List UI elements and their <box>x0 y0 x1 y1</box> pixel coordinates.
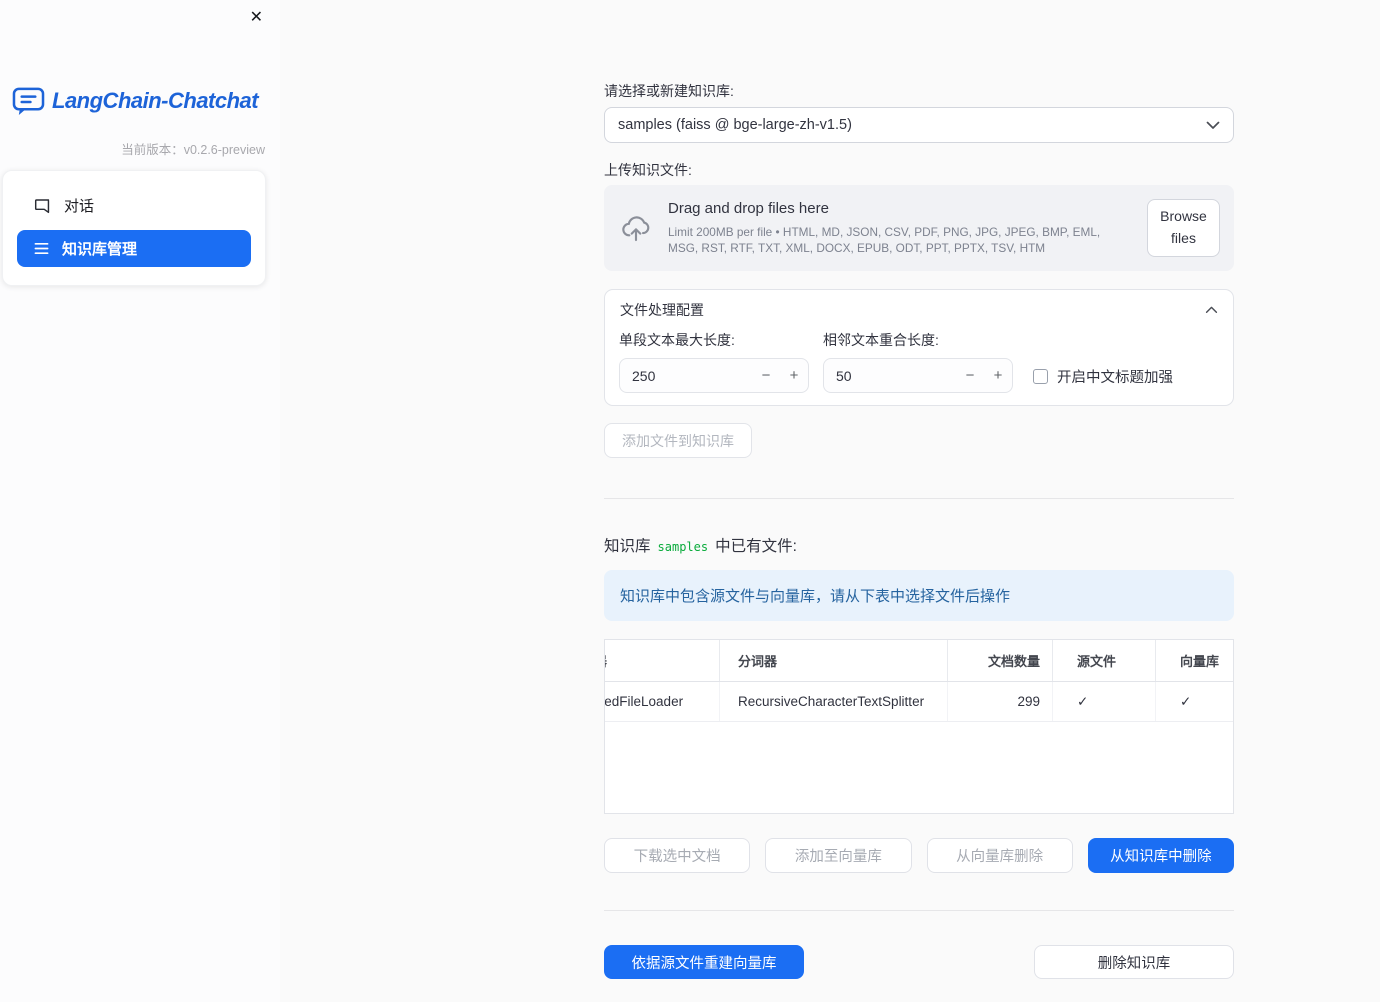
sidebar-item-knowledge-base[interactable]: 知识库管理 <box>17 230 251 267</box>
logo-chat-icon <box>12 86 45 116</box>
kb-action-buttons: 依据源文件重建向量库 删除知识库 <box>604 945 1234 979</box>
app-title: LangChain-Chatchat <box>52 88 259 113</box>
chunk-size-input[interactable]: 250 − + <box>619 358 809 393</box>
sidebar-menu: 对话 知识库管理 <box>2 170 266 286</box>
main-content: 请选择或新建知识库: samples (faiss @ bge-large-zh… <box>604 0 1234 979</box>
cell-source-file-check: ✓ <box>1053 682 1156 721</box>
kb-selected-value: samples (faiss @ bge-large-zh-v1.5) <box>618 117 852 133</box>
kb-files-table[interactable]: 文件加载器 分词器 文档数量 源文件 向量库 UnstructuredFileL… <box>604 639 1234 814</box>
cloud-upload-icon <box>620 212 652 244</box>
column-header-source-file[interactable]: 源文件 <box>1053 640 1156 681</box>
zh-title-enhance-label: 开启中文标题加强 <box>1057 370 1173 386</box>
divider <box>604 910 1234 911</box>
expander-header[interactable]: 文件处理配置 <box>605 290 1233 330</box>
table-row[interactable]: UnstructuredFileLoader RecursiveCharacte… <box>605 682 1233 722</box>
sidebar-close-icon[interactable]: ✕ <box>248 8 265 28</box>
kb-name-code: samples <box>657 540 709 554</box>
file-action-buttons: 下载选中文档 添加至向量库 从向量库删除 从知识库中删除 <box>604 838 1234 873</box>
chat-bubble-icon <box>34 197 51 214</box>
zh-title-enhance-checkbox[interactable] <box>1033 369 1048 384</box>
column-header-splitter[interactable]: 分词器 <box>720 640 948 681</box>
cell-loader: UnstructuredFileLoader <box>605 682 720 721</box>
kb-select-label: 请选择或新建知识库: <box>604 83 734 99</box>
chunk-size-field: 单段文本最大长度: 250 − + <box>619 332 809 393</box>
zh-title-enhance-field: 开启中文标题加强 <box>1033 368 1173 386</box>
increment-button[interactable]: + <box>780 367 808 384</box>
sidebar-item-dialogue[interactable]: 对话 <box>17 183 251 227</box>
expander-title: 文件处理配置 <box>620 302 704 318</box>
table-header-row: 文件加载器 分词器 文档数量 源文件 向量库 <box>605 640 1233 682</box>
kb-files-suffix: 中已有文件: <box>715 538 797 555</box>
info-banner: 知识库中包含源文件与向量库，请从下表中选择文件后操作 <box>604 570 1234 621</box>
logo: LangChain-Chatchat <box>12 86 259 116</box>
column-header-loader[interactable]: 文件加载器 <box>605 640 720 681</box>
delete-from-vector-store-button[interactable]: 从向量库删除 <box>926 838 1073 873</box>
sidebar: ✕ LangChain-Chatchat 当前版本：v0.2.6-preview… <box>0 0 280 1002</box>
drag-drop-text: Drag and drop files here <box>668 199 829 217</box>
overlap-size-input[interactable]: 50 − + <box>823 358 1013 393</box>
rebuild-vector-store-button[interactable]: 依据源文件重建向量库 <box>604 945 804 979</box>
list-icon <box>34 241 49 256</box>
chevron-up-icon <box>1205 306 1218 314</box>
upload-texts: Drag and drop files here Limit 200MB per… <box>668 200 1131 257</box>
divider <box>604 498 1234 499</box>
increment-button[interactable]: + <box>984 367 1012 384</box>
add-files-button[interactable]: 添加文件到知识库 <box>604 423 752 458</box>
overlap-size-value[interactable]: 50 <box>824 368 956 384</box>
delete-kb-button[interactable]: 删除知识库 <box>1034 945 1234 979</box>
overlap-size-field: 相邻文本重合长度: 50 − + <box>823 332 1013 393</box>
add-to-vector-store-button[interactable]: 添加至向量库 <box>765 838 912 873</box>
chevron-down-icon <box>1206 121 1220 130</box>
decrement-button[interactable]: − <box>752 367 780 384</box>
chunk-size-value[interactable]: 250 <box>620 368 752 384</box>
sidebar-item-label: 知识库管理 <box>62 241 138 258</box>
decrement-button[interactable]: − <box>956 367 984 384</box>
overlap-size-label: 相邻文本重合长度: <box>823 332 939 348</box>
cell-splitter: RecursiveCharacterTextSplitter <box>720 682 948 721</box>
column-header-vector-store[interactable]: 向量库 <box>1156 640 1233 681</box>
download-selected-button[interactable]: 下载选中文档 <box>604 838 751 873</box>
column-header-doc-count[interactable]: 文档数量 <box>948 640 1053 681</box>
table-scroll-content: 文件加载器 分词器 文档数量 源文件 向量库 UnstructuredFileL… <box>605 640 1233 722</box>
expander-body: 单段文本最大长度: 250 − + 相邻文本重合长度: 50 − + 开启中文标… <box>605 330 1233 405</box>
version-text: 当前版本：v0.2.6-preview <box>121 143 265 157</box>
kb-files-heading: 知识库 samples 中已有文件: <box>604 534 1234 556</box>
kb-files-prefix: 知识库 <box>604 538 651 555</box>
file-config-expander: 文件处理配置 单段文本最大长度: 250 − + 相邻文本重合长度: 50 − … <box>604 289 1234 406</box>
kb-selectbox[interactable]: samples (faiss @ bge-large-zh-v1.5) <box>604 107 1234 143</box>
upload-label: 上传知识文件: <box>604 162 692 178</box>
delete-from-kb-button[interactable]: 从知识库中删除 <box>1087 838 1234 873</box>
sidebar-item-label: 对话 <box>64 197 95 215</box>
chunk-size-label: 单段文本最大长度: <box>619 332 735 348</box>
browse-files-button[interactable]: Browse files <box>1147 199 1220 257</box>
file-dropzone[interactable]: Drag and drop files here Limit 200MB per… <box>604 185 1234 271</box>
cell-doc-count: 299 <box>948 682 1053 721</box>
upload-limit-text: Limit 200MB per file • HTML, MD, JSON, C… <box>668 224 1101 255</box>
cell-vector-store-check: ✓ <box>1180 693 1192 709</box>
